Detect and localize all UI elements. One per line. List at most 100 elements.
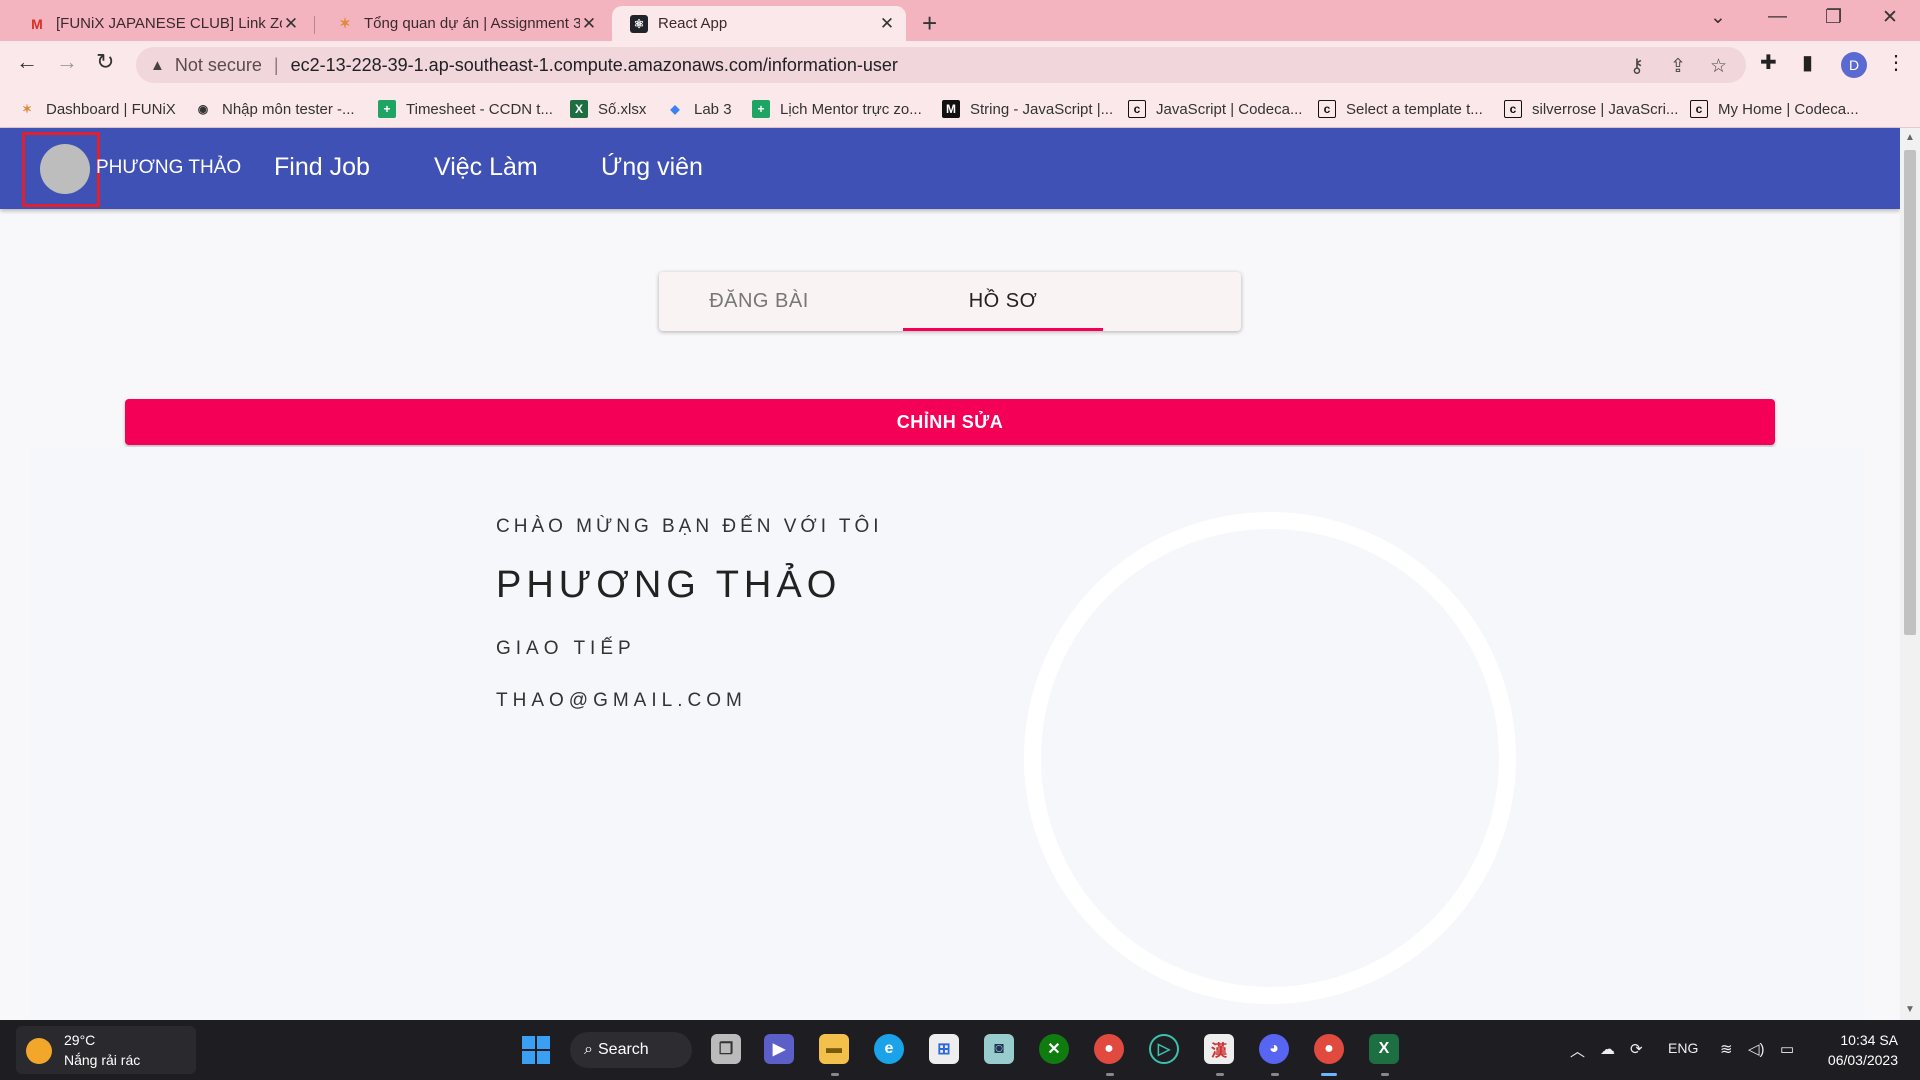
- sheets-icon: +: [752, 100, 770, 118]
- kanji-app-icon[interactable]: 漢: [1204, 1034, 1234, 1064]
- bookmark-item[interactable]: c My Home | Codeca...: [1690, 96, 1859, 122]
- teams-icon[interactable]: ▶: [764, 1034, 794, 1064]
- restore-icon[interactable]: ❐: [1825, 6, 1842, 29]
- running-indicator: [831, 1073, 839, 1076]
- address-bar[interactable]: ▲ Not secure | ec2-13-228-39-1.ap-southe…: [136, 47, 1746, 83]
- task-view-icon[interactable]: ❐: [711, 1034, 741, 1064]
- profile-photo: [1024, 512, 1516, 1004]
- chevron-up-icon[interactable]: ︿: [1570, 1040, 1585, 1061]
- nav-link-ung-vien[interactable]: Ứng viên: [601, 153, 703, 182]
- menu-icon[interactable]: ⋮: [1886, 50, 1906, 75]
- welcome-text: CHÀO MỪNG BẠN ĐẾN VỚI TÔI: [496, 516, 883, 537]
- globe-icon: ◉: [197, 102, 209, 116]
- profile-avatar[interactable]: D: [1841, 52, 1867, 78]
- system-clock[interactable]: 10:34 SA 06/03/2023: [1820, 1030, 1898, 1070]
- tab-profile[interactable]: HỒ SƠ: [903, 272, 1103, 331]
- bookmark-label: Nhập môn tester -...: [222, 100, 355, 118]
- volume-icon[interactable]: ◁): [1748, 1040, 1765, 1058]
- clock-date: 06/03/2023: [1827, 1052, 1898, 1068]
- close-icon[interactable]: ✕: [282, 14, 300, 34]
- running-indicator: [1271, 1073, 1279, 1076]
- avatar[interactable]: [40, 144, 90, 194]
- reload-icon[interactable]: ↻: [96, 49, 114, 75]
- bookmark-label: JavaScript | Codeca...: [1156, 100, 1303, 118]
- tab-title: Tổng quan dự án | Assignment 3: [364, 15, 580, 32]
- weather-widget[interactable]: 29°C Nắng rải rác: [16, 1026, 196, 1074]
- wifi-icon[interactable]: ≋: [1720, 1040, 1733, 1058]
- discord-icon[interactable]: ◕: [1259, 1034, 1289, 1064]
- search-icon: ⌕: [584, 1041, 593, 1058]
- clock-app-icon[interactable]: ▷: [1149, 1034, 1179, 1064]
- chrome-profile-icon[interactable]: ●: [1314, 1034, 1344, 1064]
- bookmark-item[interactable]: ◆ Lab 3: [666, 96, 731, 122]
- bookmarks-bar: ✶ Dashboard | FUNiX ◉ Nhập môn tester -...…: [0, 90, 1920, 128]
- windows-taskbar: 29°C Nắng rải rác ⌕ Search ❐ ▶ ▬ e ⊞ ◙ ✕…: [0, 1020, 1920, 1080]
- bookmark-item[interactable]: X Số.xlsx: [570, 96, 646, 122]
- bookmark-item[interactable]: c JavaScript | Codeca...: [1128, 96, 1302, 122]
- scroll-up-icon[interactable]: ▲: [1905, 132, 1915, 143]
- tab-title: [FUNiX JAPANESE CLUB] Link Zoom: [56, 15, 282, 32]
- excel-icon: X: [570, 100, 588, 118]
- page-scrollbar[interactable]: ▲ ▼: [1900, 128, 1920, 1020]
- edit-profile-button[interactable]: CHỈNH SỬA: [125, 399, 1775, 445]
- store-icon[interactable]: ⊞: [929, 1034, 959, 1064]
- profile-name: PHƯƠNG THẢO: [496, 564, 842, 606]
- tab-title: React App: [658, 15, 728, 32]
- scroll-down-icon[interactable]: ▼: [1905, 1004, 1915, 1015]
- back-icon[interactable]: ←: [16, 49, 38, 75]
- security-label[interactable]: Not secure: [175, 55, 262, 76]
- nav-link-find-job[interactable]: Find Job: [274, 153, 370, 182]
- profile-tabs: ĐĂNG BÀI HỒ SƠ: [659, 272, 1241, 331]
- sync-icon[interactable]: ⟳: [1630, 1040, 1643, 1058]
- xbox-icon[interactable]: ✕: [1039, 1034, 1069, 1064]
- file-explorer-icon[interactable]: ▬: [819, 1034, 849, 1064]
- running-indicator-active: [1321, 1073, 1337, 1076]
- tab-separator: [314, 16, 315, 34]
- close-window-icon[interactable]: ✕: [1882, 6, 1898, 29]
- profile-section: [30, 447, 1865, 1020]
- chrome-icon[interactable]: ●: [1094, 1034, 1124, 1064]
- language-indicator[interactable]: ENG: [1668, 1040, 1698, 1056]
- new-tab-icon[interactable]: +: [922, 8, 937, 39]
- excel-icon[interactable]: X: [1369, 1034, 1399, 1064]
- bookmark-item[interactable]: + Lịch Mentor trực zo...: [752, 96, 922, 122]
- side-panel-icon[interactable]: ▮: [1802, 50, 1813, 75]
- share-icon[interactable]: ⇪: [1670, 55, 1686, 78]
- running-indicator: [1216, 1073, 1224, 1076]
- tab-post[interactable]: ĐĂNG BÀI: [659, 272, 859, 331]
- bookmark-item[interactable]: c silverrose | JavaScri...: [1504, 96, 1678, 122]
- taskbar-search[interactable]: ⌕ Search: [570, 1032, 692, 1068]
- scroll-thumb[interactable]: [1904, 150, 1916, 635]
- bookmark-item[interactable]: M String - JavaScript |...: [942, 96, 1113, 122]
- bookmark-item[interactable]: ◉ Nhập môn tester -...: [194, 96, 355, 122]
- tab-indicator: [903, 328, 1103, 331]
- sheets-icon: +: [378, 100, 396, 118]
- bookmark-item[interactable]: ✶ Dashboard | FUNiX: [18, 96, 176, 122]
- bookmark-item[interactable]: + Timesheet - CCDN t...: [378, 96, 553, 122]
- onedrive-icon[interactable]: ☁: [1600, 1040, 1615, 1058]
- nav-brand-name[interactable]: PHƯƠNG THẢO: [96, 157, 241, 179]
- close-icon[interactable]: ✕: [580, 14, 598, 34]
- browser-tab-gmail[interactable]: M [FUNiX JAPANESE CLUB] Link Zoom ✕: [10, 6, 310, 41]
- windows-start-icon[interactable]: [522, 1036, 550, 1064]
- edge-icon[interactable]: e: [874, 1034, 904, 1064]
- url-text[interactable]: ec2-13-228-39-1.ap-southeast-1.compute.a…: [291, 55, 898, 76]
- forward-icon[interactable]: →: [56, 49, 78, 75]
- browser-tab-react[interactable]: ⚛ React App ✕: [612, 6, 906, 41]
- clock-time: 10:34 SA: [1840, 1032, 1898, 1048]
- minimize-icon[interactable]: —: [1768, 6, 1787, 28]
- bookmark-item[interactable]: c Select a template t...: [1318, 96, 1483, 122]
- nav-link-viec-lam[interactable]: Việc Làm: [434, 153, 538, 182]
- browser-tab-funix[interactable]: ✶ Tổng quan dự án | Assignment 3 ✕: [318, 6, 608, 41]
- key-icon[interactable]: ⚷: [1630, 55, 1644, 78]
- extensions-icon[interactable]: ✚: [1760, 50, 1777, 75]
- photos-icon[interactable]: ◙: [984, 1034, 1014, 1064]
- bookmark-label: String - JavaScript |...: [970, 100, 1114, 118]
- star-icon[interactable]: ☆: [1710, 55, 1727, 78]
- weather-desc: Nắng rải rác: [64, 1052, 141, 1068]
- battery-icon[interactable]: ▭: [1780, 1040, 1794, 1058]
- browser-tab-strip: M [FUNiX JAPANESE CLUB] Link Zoom ✕ ✶ Tổ…: [0, 0, 1920, 41]
- tab-search-icon[interactable]: ⌄: [1710, 6, 1726, 29]
- funix-icon: ✶: [21, 102, 33, 116]
- close-icon[interactable]: ✕: [878, 14, 896, 34]
